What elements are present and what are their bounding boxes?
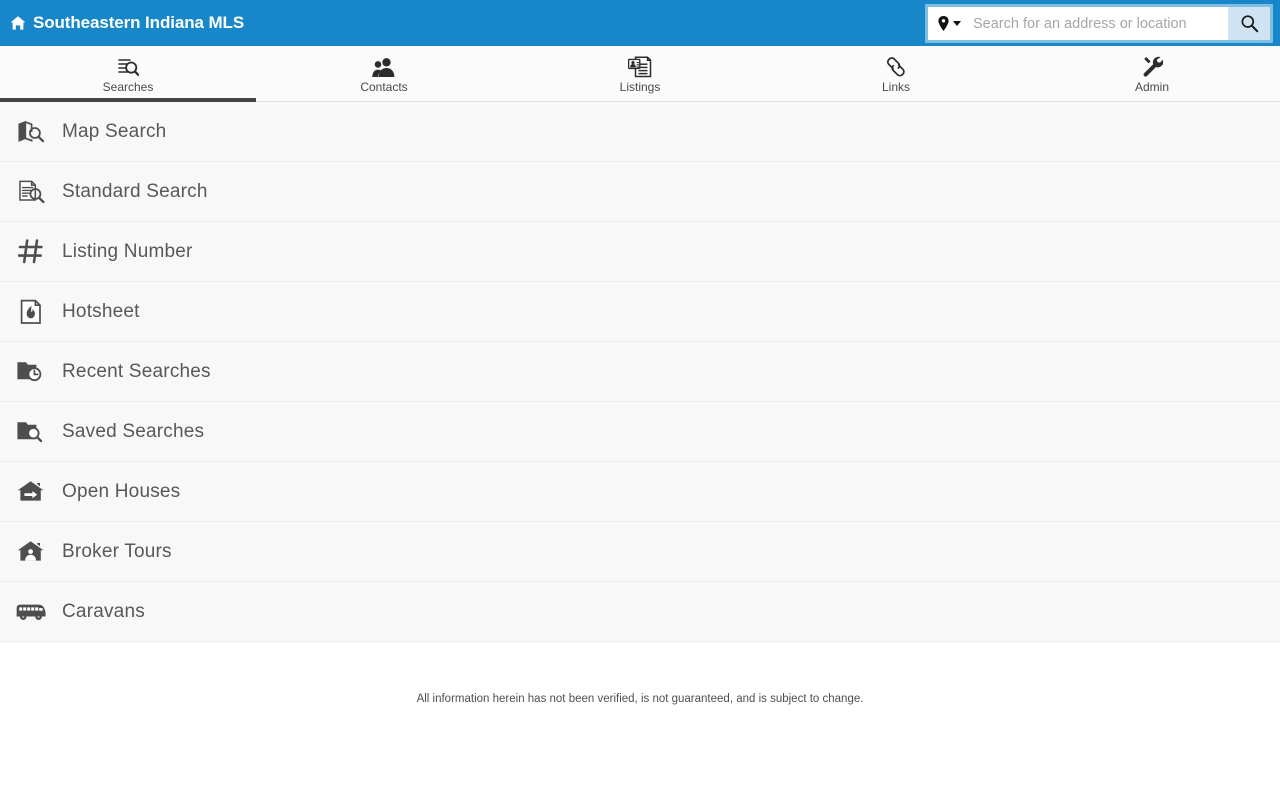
menu-item-label: Listing Number <box>62 240 193 262</box>
menu-item-hotsheet[interactable]: Hotsheet <box>0 282 1280 342</box>
tab-label: Contacts <box>360 79 408 94</box>
menu-item-label: Broker Tours <box>62 540 172 562</box>
menu-item-caravans[interactable]: Caravans <box>0 582 1280 642</box>
tab-admin[interactable]: Admin <box>1024 46 1280 101</box>
menu-item-label: Map Search <box>62 120 167 142</box>
menu-item-listing-number[interactable]: Listing Number <box>0 222 1280 282</box>
document-search-icon <box>117 56 139 78</box>
document-search-icon <box>0 180 62 204</box>
search-input[interactable] <box>969 7 1228 40</box>
tab-label: Admin <box>1134 79 1169 94</box>
menu-item-saved-searches[interactable]: Saved Searches <box>0 402 1280 462</box>
brand[interactable]: Southeastern Indiana MLS <box>0 13 244 33</box>
menu-item-label: Saved Searches <box>62 420 205 442</box>
hash-icon <box>0 239 62 264</box>
searches-menu-list: Map Search Standard Search Listing Numbe… <box>0 102 1280 642</box>
tab-contacts[interactable]: Contacts <box>256 46 512 101</box>
magnifier-icon <box>1240 14 1259 33</box>
home-icon <box>10 15 26 31</box>
listing-card-icon <box>628 55 652 78</box>
tab-links[interactable]: Links <box>768 46 1024 101</box>
menu-item-open-houses[interactable]: Open Houses <box>0 462 1280 522</box>
brand-title: Southeastern Indiana MLS <box>33 13 245 32</box>
people-icon <box>372 56 396 78</box>
wrench-icon <box>1142 56 1163 78</box>
tab-listings[interactable]: Listings <box>512 46 768 101</box>
search-submit-button[interactable] <box>1228 7 1270 40</box>
map-pin-icon <box>938 16 949 31</box>
caret-down-icon <box>953 21 961 26</box>
geo-filter-button[interactable] <box>928 7 969 40</box>
menu-item-label: Recent Searches <box>62 360 211 382</box>
menu-item-recent-searches[interactable]: Recent Searches <box>0 342 1280 402</box>
tab-label: Listings <box>619 79 661 94</box>
main-tab-bar: Searches Contacts Listings Links Admin <box>0 46 1280 102</box>
tab-label: Searches <box>102 79 154 94</box>
flame-document-icon <box>0 299 62 325</box>
menu-item-broker-tours[interactable]: Broker Tours <box>0 522 1280 582</box>
app-header: Southeastern Indiana MLS <box>0 0 1280 46</box>
menu-item-label: Caravans <box>62 600 145 622</box>
map-search-icon <box>0 120 62 144</box>
disclaimer-text: All information herein has not been veri… <box>416 693 864 705</box>
menu-item-standard-search[interactable]: Standard Search <box>0 162 1280 222</box>
bus-icon <box>0 603 62 621</box>
menu-item-label: Standard Search <box>62 180 208 202</box>
folder-clock-icon <box>0 360 62 383</box>
menu-item-map-search[interactable]: Map Search <box>0 102 1280 162</box>
footer: All information herein has not been veri… <box>0 642 1280 705</box>
menu-item-label: Open Houses <box>62 480 181 502</box>
tab-searches[interactable]: Searches <box>0 46 256 102</box>
tab-label: Links <box>881 79 910 94</box>
chain-link-icon <box>885 56 907 78</box>
house-arrow-icon <box>0 480 62 503</box>
house-person-icon <box>0 540 62 563</box>
search-box <box>925 4 1273 43</box>
menu-item-label: Hotsheet <box>62 300 140 322</box>
folder-search-icon <box>0 420 62 443</box>
